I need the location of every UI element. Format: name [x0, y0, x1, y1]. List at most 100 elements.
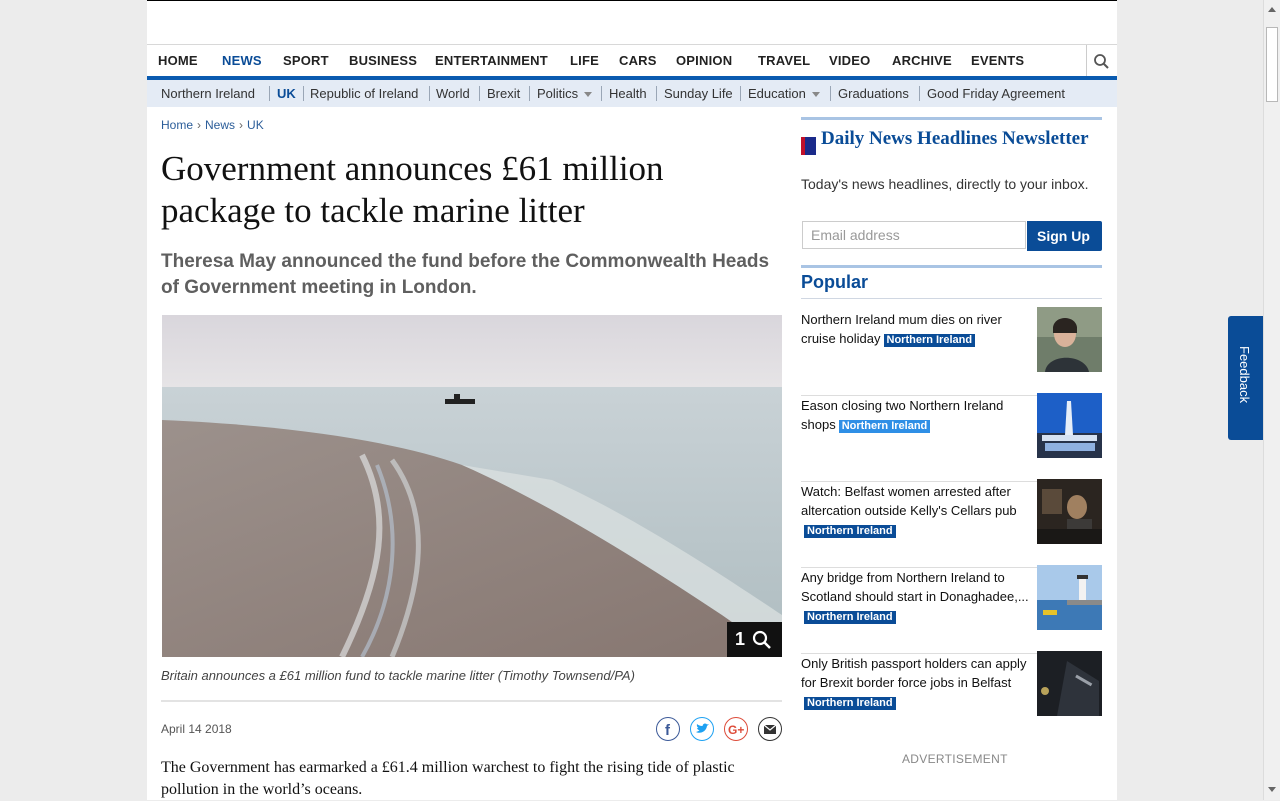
subnav-separator [479, 86, 480, 101]
nav-video[interactable]: VIDEO [829, 53, 870, 68]
nav-entertainment[interactable]: ENTERTAINMENT [435, 53, 548, 68]
nav-archive[interactable]: ARCHIVE [892, 53, 952, 68]
subnav-northern-ireland[interactable]: Northern Ireland [161, 86, 255, 101]
subnav-republic-of-ireland[interactable]: Republic of Ireland [310, 86, 418, 101]
category-tag[interactable]: Northern Ireland [883, 334, 976, 347]
nav-business[interactable]: BUSINESS [349, 53, 417, 68]
subnav-health[interactable]: Health [609, 86, 647, 101]
subnav-world[interactable]: World [436, 86, 470, 101]
image-caption: Britain announces a £61 million fund to … [161, 668, 635, 683]
facebook-icon: f [665, 722, 671, 739]
category-tag[interactable]: Northern Ireland [838, 420, 931, 433]
harbour-lighthouse-thumb [1037, 565, 1102, 630]
category-tag[interactable]: Northern Ireland [804, 697, 896, 710]
category-tag[interactable]: Northern Ireland [804, 611, 896, 624]
gallery-button[interactable]: 1 [727, 622, 782, 657]
email-input[interactable]: Email address [802, 221, 1026, 249]
scroll-up-icon[interactable] [1268, 6, 1276, 14]
popular-item[interactable]: Any bridge from Northern Ireland to Scot… [801, 565, 1102, 654]
breadcrumb-home[interactable]: Home [161, 118, 193, 132]
newsletter-rule [801, 117, 1102, 120]
magnifier-icon [752, 630, 771, 649]
popular-item[interactable]: Northern Ireland mum dies on river cruis… [801, 307, 1102, 396]
nav-sport[interactable]: SPORT [283, 53, 329, 68]
newsletter-logo-icon [801, 137, 816, 155]
page: HOME NEWS SPORT BUSINESS ENTERTAINMENT L… [147, 0, 1117, 800]
nav-opinion[interactable]: OPINION [676, 53, 732, 68]
popular-item-text[interactable]: Only British passport holders can apply … [801, 656, 1026, 690]
popular-thumb[interactable] [1037, 393, 1102, 458]
breadcrumb-news[interactable]: News [205, 118, 235, 132]
divider [161, 700, 782, 702]
sign-up-label: Sign Up [1037, 228, 1090, 244]
subnav-politics[interactable]: Politics [537, 86, 593, 101]
border-force-thumb [1037, 651, 1102, 716]
header-area [147, 1, 1117, 45]
popular-thumb[interactable] [1037, 651, 1102, 716]
nav-events[interactable]: EVENTS [971, 53, 1024, 68]
article-body: The Government has earmarked a £61.4 mil… [161, 759, 735, 798]
breadcrumb: Home › News › UK [161, 118, 264, 132]
popular-item-text[interactable]: Any bridge from Northern Ireland to Scot… [801, 570, 1029, 604]
popular-item[interactable]: Eason closing two Northern Ireland shops… [801, 393, 1102, 482]
main-nav: HOME NEWS SPORT BUSINESS ENTERTAINMENT L… [147, 45, 1117, 80]
subnav-separator [830, 86, 831, 101]
feedback-tab[interactable]: Feedback [1228, 316, 1263, 440]
sign-up-button[interactable]: Sign Up [1027, 221, 1102, 251]
subnav-education[interactable]: Education [748, 86, 820, 101]
popular-item[interactable]: Watch: Belfast women arrested after alte… [801, 479, 1102, 568]
nav-cars[interactable]: CARS [619, 53, 657, 68]
svg-text:f: f [665, 722, 671, 739]
nav-home[interactable]: HOME [158, 53, 198, 68]
hero-image[interactable]: 1 [162, 315, 782, 657]
feedback-label: Feedback [1237, 346, 1252, 404]
search-icon [1094, 54, 1109, 69]
article-date: April 14 2018 [161, 722, 232, 736]
subnav-graduations[interactable]: Graduations [838, 86, 909, 101]
chevron-down-icon [584, 92, 593, 98]
newsletter-title: Daily News Headlines Newsletter [821, 128, 1089, 149]
twitter-share-button[interactable] [690, 717, 714, 741]
facebook-share-button[interactable]: f [656, 717, 680, 741]
scroll-thumb[interactable] [1266, 27, 1278, 102]
vertical-scrollbar[interactable] [1263, 0, 1280, 800]
subnav-good-friday-agreement[interactable]: Good Friday Agreement [927, 86, 1065, 101]
pub-interior-thumb [1037, 479, 1102, 544]
subnav-uk[interactable]: UK [277, 86, 296, 101]
scroll-down-icon[interactable] [1268, 786, 1276, 794]
subnav-sunday-life[interactable]: Sunday Life [664, 86, 733, 101]
subnav-brexit[interactable]: Brexit [487, 86, 520, 101]
category-tag[interactable]: Northern Ireland [804, 525, 896, 538]
airport-building-thumb [1037, 393, 1102, 458]
popular-item-text[interactable]: Watch: Belfast women arrested after alte… [801, 484, 1017, 518]
subnav-separator [656, 86, 657, 101]
email-icon [763, 724, 777, 734]
sub-nav: Northern Ireland UK Republic of Ireland … [147, 80, 1117, 107]
googleplus-icon: G+ [728, 723, 744, 737]
popular-thumb[interactable] [1037, 565, 1102, 630]
sidebar: Daily News Headlines Newsletter Today's … [801, 117, 1102, 716]
subnav-separator [601, 86, 602, 101]
nav-news[interactable]: NEWS [222, 53, 262, 68]
googleplus-share-button[interactable]: G+ [724, 717, 748, 741]
search-button[interactable] [1086, 45, 1117, 76]
subnav-separator [429, 86, 430, 101]
gallery-count: 1 [735, 629, 746, 649]
popular-thumb[interactable] [1037, 479, 1102, 544]
popular-thumb[interactable] [1037, 307, 1102, 372]
article-title: Government announces £61 million package… [161, 149, 664, 230]
article-subhead: Theresa May announced the fund before th… [161, 251, 770, 298]
email-share-button[interactable] [758, 717, 782, 741]
svg-text:G+: G+ [728, 723, 744, 737]
nav-travel[interactable]: TRAVEL [758, 53, 810, 68]
subnav-separator [740, 86, 741, 101]
twitter-icon [696, 723, 709, 733]
subnav-separator [303, 86, 304, 101]
breadcrumb-uk[interactable]: UK [247, 118, 264, 132]
subnav-separator [919, 86, 920, 101]
popular-rule [801, 265, 1102, 268]
nav-life[interactable]: LIFE [570, 53, 599, 68]
popular-title: Popular [801, 272, 869, 292]
beach-litter-photo [162, 315, 782, 657]
popular-item[interactable]: Only British passport holders can apply … [801, 651, 1102, 740]
